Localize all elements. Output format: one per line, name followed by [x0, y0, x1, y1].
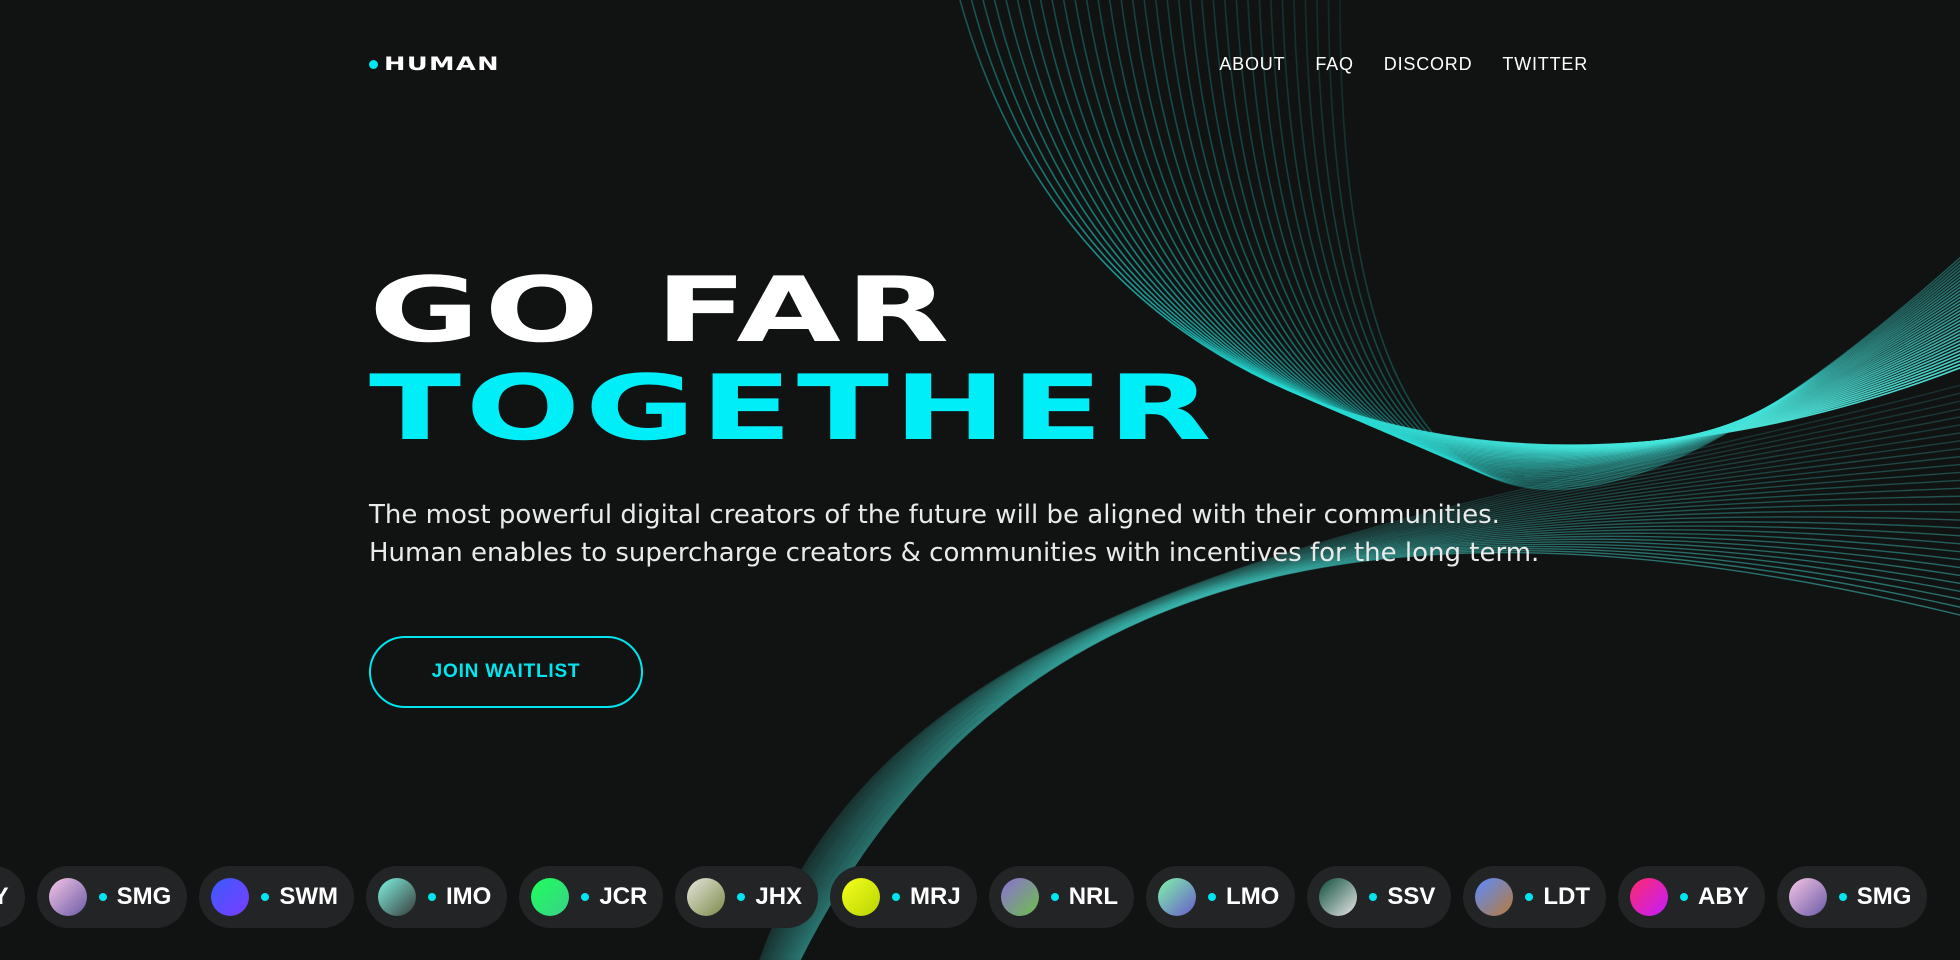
logo-dot-icon — [369, 59, 378, 69]
ticker-chip-label: IMO — [446, 883, 492, 910]
nav-link-faq[interactable]: FAQ — [1315, 54, 1353, 75]
hero-subtitle-line-2: Human enables to supercharge creators & … — [369, 538, 1540, 568]
nav-link-discord[interactable]: DISCORD — [1384, 54, 1473, 75]
ticker-chip-ssv[interactable]: SSV — [1307, 866, 1452, 928]
nav-links: ABOUT FAQ DISCORD TWITTER — [1219, 54, 1588, 75]
ticker-chip-label: SMG — [1856, 883, 1912, 910]
chip-dot-icon — [428, 893, 436, 901]
ticker-chip-label: JCR — [599, 883, 648, 910]
ticker-chip-label: SSV — [1387, 883, 1436, 910]
ticker-track: ABY SMG SWM IMO JCR JHX MRJ NRL LMO SSV LDT ABY SMG — [0, 866, 1928, 928]
top-navigation: HUMAN ABOUT FAQ DISCORD TWITTER — [0, 0, 1960, 130]
masked-avatar-icon — [1319, 878, 1358, 916]
green-gradient-avatar-icon — [531, 878, 570, 916]
ticker-chip-aby[interactable]: ABY — [0, 866, 25, 928]
ticker-chip-label: JHX — [755, 883, 803, 910]
nav-link-twitter[interactable]: TWITTER — [1502, 54, 1588, 75]
ticker-chip-ldt[interactable]: LDT — [1463, 866, 1607, 928]
ticker-chip-label: ABY — [1698, 883, 1749, 910]
ticker-chip-label: NRL — [1068, 883, 1119, 910]
join-waitlist-button[interactable]: JOIN WAITLIST — [369, 636, 643, 708]
pixel-robot-avatar-icon — [48, 878, 87, 916]
chip-dot-icon — [1050, 893, 1059, 901]
ticker-chip-jcr[interactable]: JCR — [519, 866, 664, 928]
brand-logo[interactable]: HUMAN — [369, 53, 499, 75]
pixel-character-avatar-icon — [378, 878, 416, 916]
chip-dot-icon — [98, 893, 107, 901]
ticker-chip-mrj[interactable]: MRJ — [830, 866, 977, 928]
chip-dot-icon — [1369, 893, 1378, 901]
ticker-chip-smg[interactable]: SMG — [36, 866, 188, 928]
hat-character-avatar-icon — [1475, 878, 1514, 916]
ticker-chip-label: MRJ — [910, 883, 961, 910]
background-wave-lines — [759, 0, 1960, 960]
chip-dot-icon — [737, 893, 746, 901]
chip-dot-icon — [1838, 893, 1847, 901]
chip-dot-icon — [1680, 893, 1689, 901]
ticker-chip-aby[interactable]: ABY — [1618, 866, 1765, 928]
nav-link-about[interactable]: ABOUT — [1219, 54, 1285, 75]
ticker-chip-label: LDT — [1543, 883, 1591, 910]
ticker-chip-swm[interactable]: SWM — [199, 866, 354, 928]
ticker-chip-nrl[interactable]: NRL — [988, 866, 1135, 928]
yellow-gradient-avatar-icon — [842, 878, 881, 916]
ticker-chip-label: SMG — [116, 883, 172, 910]
ticker-chip-lmo[interactable]: LMO — [1146, 866, 1296, 928]
ticker-chip-label: LMO — [1226, 883, 1280, 910]
logo-text: HUMAN — [384, 53, 500, 75]
chip-dot-icon — [892, 893, 901, 901]
ticker-chip-jhx[interactable]: JHX — [675, 866, 819, 928]
alien-avatar-icon — [1158, 878, 1197, 916]
pink-gradient-avatar-icon — [1630, 878, 1669, 916]
ticker-chip-imo[interactable]: IMO — [366, 866, 508, 928]
chip-dot-icon — [261, 893, 270, 901]
chip-dot-icon — [1208, 893, 1217, 901]
hero-subtitle: The most powerful digital creators of th… — [369, 496, 1539, 572]
chip-dot-icon — [1525, 893, 1534, 901]
community-ticker: ABY SMG SWM IMO JCR JHX MRJ NRL LMO SSV LDT ABY SMG — [0, 866, 1960, 930]
ticker-chip-label: SWM — [279, 883, 338, 910]
hero-title: GO FAR TOGETHER — [369, 262, 1212, 458]
hero-title-line-2: TOGETHER — [369, 356, 1217, 461]
ticker-chip-label: ABY — [0, 883, 9, 910]
pixel-robot-avatar-icon — [1788, 878, 1827, 916]
chip-dot-icon — [581, 893, 590, 901]
ticker-chip-smg[interactable]: SMG — [1776, 866, 1928, 928]
frog-avatar-icon — [1000, 878, 1039, 916]
hero-subtitle-line-1: The most powerful digital creators of th… — [369, 500, 1500, 530]
portrait-avatar-icon — [687, 878, 726, 916]
blue-gradient-avatar-icon — [211, 878, 250, 916]
hero-title-line-1: GO FAR — [369, 258, 954, 363]
